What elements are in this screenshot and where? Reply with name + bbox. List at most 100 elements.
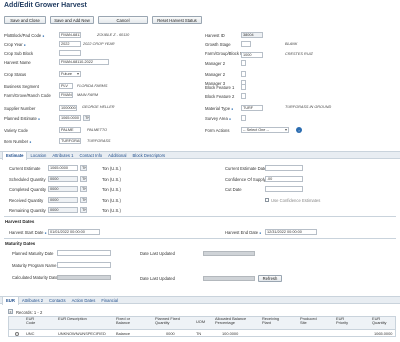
growth-stage-label: Growth Stage [205, 42, 231, 47]
farm-group-manager-desc: CRESTES RUIZ [285, 52, 313, 56]
save-add-new-button[interactable]: Save and Add New [50, 16, 94, 24]
manager-2b-label: Manager 2 [205, 72, 226, 77]
block-feature-1-label: Block Feature 1 [205, 85, 235, 90]
grid-col-planned-fixed-qty[interactable]: Planned Fixed Quantity [155, 316, 181, 326]
tab-contact-info[interactable]: Contact Info [77, 152, 106, 160]
planned-estimate-input[interactable]: 1065.0000 [59, 115, 81, 121]
tab-estimate[interactable]: Estimate [2, 152, 28, 160]
calculated-maturity-value [57, 275, 111, 280]
row-select-radio[interactable] [15, 331, 19, 336]
grid-col-fixed-balance[interactable]: Fixed or Balance [116, 316, 136, 326]
use-confidence-label: Use Confidence Estimates [271, 198, 321, 203]
tab-location[interactable]: Location [27, 152, 49, 160]
grid-col-produced-site[interactable]: Produced Site [300, 316, 320, 326]
item-number-input[interactable]: TURFGRASS [59, 138, 81, 144]
cut-date-label: Cut Date [225, 187, 242, 192]
grid-col-eur-quantity[interactable]: EUR Quantity [372, 316, 394, 326]
business-segment-desc: FLORIDA FARMS [77, 84, 108, 88]
harvest-name-input[interactable]: FMAN-68110-2022 [59, 59, 109, 65]
cut-date-input[interactable] [265, 186, 303, 192]
date-last-updated-2-label: Date Last Updated [140, 276, 175, 281]
supplier-number-input[interactable]: 1000000 [59, 105, 77, 111]
grid-col-eur-code[interactable]: EUR Code [26, 316, 40, 326]
grid-col-receiving-plant[interactable]: Receiving Plant [262, 316, 282, 326]
farm-grove-code-input[interactable]: FMAN [59, 92, 73, 98]
tab-financial[interactable]: Financial [98, 297, 121, 305]
tab-attributes-1[interactable]: Attributes 1 [49, 152, 76, 160]
supplier-number-label: Supplier Number [4, 106, 36, 111]
plot-code-label: PlotBlock/Pad Code● [4, 33, 45, 38]
scheduled-qty-value: 0000 [48, 176, 78, 182]
form-actions-select[interactable]: -- Select One -- [241, 127, 289, 133]
grid-cell: 100.0000 [222, 331, 239, 336]
plot-code-input[interactable]: FMAN-68110 [59, 32, 81, 38]
manager-2b-input[interactable] [241, 71, 246, 77]
tab-contacts[interactable]: Contacts [46, 297, 69, 305]
maturity-program-input[interactable] [57, 262, 111, 268]
material-type-desc: TURFGRASS IN GROUND [285, 105, 332, 109]
maturity-program-label: Maturity Program Name [12, 263, 57, 268]
harvest-start-input[interactable]: 01/01/2022 00:00:00 [48, 229, 100, 235]
cancel-button[interactable]: Cancel [98, 16, 148, 24]
crop-status-select[interactable]: Future [59, 71, 81, 77]
grid-col-eur-priority[interactable]: EUR Priority [336, 316, 356, 326]
manager-2-input[interactable] [241, 60, 246, 66]
divider [4, 238, 396, 239]
tab-block-descriptors[interactable]: Block Descriptors [130, 152, 169, 160]
crop-year-input[interactable]: 2022 [59, 41, 81, 47]
block-feature-1-input[interactable] [241, 84, 246, 90]
material-type-input[interactable]: TURF [241, 105, 263, 111]
calculated-maturity-label: Calculated Maturity Date [12, 275, 58, 280]
save-close-button[interactable]: Save and Close [4, 16, 46, 24]
harvest-id-label: Harvest ID [205, 33, 225, 38]
business-segment-input[interactable]: PLV [59, 83, 73, 89]
tab-action-dates[interactable]: Action Dates [69, 297, 99, 305]
grid-col-allocated-balance[interactable]: Allocated Balance Percentage [215, 316, 251, 326]
reset-harvest-status-button[interactable]: Reset Harvest Status [152, 16, 202, 24]
current-estimate-input[interactable]: 1065.0000 [48, 165, 78, 171]
received-qty-uom: Ton (U.S.) [102, 198, 121, 203]
harvest-name-label: Harvest Name [4, 60, 31, 65]
crop-status-label: Crop Status [4, 72, 27, 77]
variety-code-label: Variety Code [4, 128, 28, 133]
grid-col-uom[interactable]: UOM [196, 319, 206, 324]
farm-grove-code-desc: MAIN FARM [77, 93, 99, 97]
growth-stage-input[interactable] [241, 41, 251, 47]
divider [4, 216, 396, 217]
planned-maturity-label: Planned Maturity Date [12, 251, 54, 256]
confidence-input[interactable]: .00 [265, 176, 303, 182]
date-last-updated-label: Date Last Updated [140, 251, 175, 256]
completed-qty-label: Completed Quantity [9, 187, 47, 192]
harvest-end-input[interactable]: 12/31/2022 00:00:00 [265, 229, 317, 235]
survey-area-input[interactable] [241, 115, 246, 121]
current-estimate-unit: TN [80, 165, 87, 171]
supplier-number-desc: GEORGE HELLER [82, 105, 115, 109]
tab-additional[interactable]: Additional [105, 152, 129, 160]
grid-menu-icon[interactable]: ≡ [8, 309, 13, 314]
records-count: Records: 1 - 2 [16, 310, 43, 315]
plot-code-desc: ZOUBLE Z - 60110 [97, 33, 130, 37]
current-estimate-uom: Ton (U.S.) [102, 166, 121, 171]
grid-cell: Balance [116, 331, 131, 336]
crop-sub-block-input[interactable] [59, 50, 81, 56]
tab-eur[interactable]: EUR [2, 297, 19, 305]
grid-col-eur-description[interactable]: EUR Description [58, 316, 88, 321]
scheduled-qty-uom: Ton (U.S.) [102, 177, 121, 182]
refresh-button[interactable]: Refresh [258, 275, 282, 282]
planned-maturity-input[interactable] [57, 250, 111, 256]
use-confidence-checkbox[interactable] [265, 198, 269, 202]
current-estimate-date-input[interactable] [265, 165, 303, 171]
completed-qty-uom: Ton (U.S.) [102, 187, 121, 192]
current-estimate-label: Current Estimate [9, 166, 41, 171]
harvest-id-value: 38004 [241, 32, 263, 38]
business-segment-label: Business Segment [4, 84, 39, 89]
go-icon[interactable]: › [296, 127, 302, 133]
block-feature-2-input[interactable] [241, 93, 246, 99]
farm-group-manager-input[interactable]: 1000 [241, 52, 263, 58]
completed-qty-unit: TN [80, 186, 87, 192]
date-last-updated-2-value [203, 276, 255, 281]
scheduled-qty-label: Scheduled Quantity [9, 177, 46, 182]
variety-code-input[interactable]: PALME [59, 127, 81, 133]
bottom-tab-bar: EUR Attributes 2 Contacts Action Dates F… [0, 296, 400, 305]
tab-attributes-2[interactable]: Attributes 2 [19, 297, 46, 305]
